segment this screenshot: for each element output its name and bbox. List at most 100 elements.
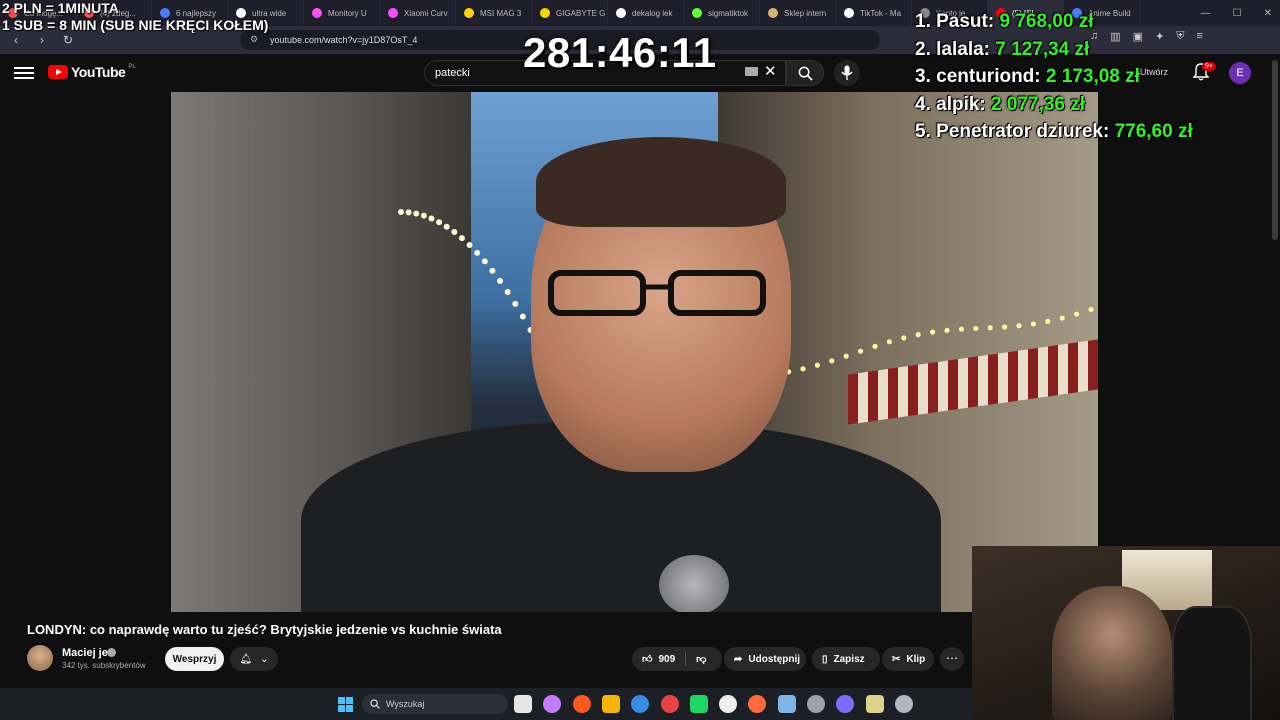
tab-label: sigmatiktok bbox=[708, 8, 749, 18]
calculator-icon[interactable] bbox=[807, 695, 825, 713]
video-player[interactable] bbox=[171, 92, 1098, 612]
tab-label: TikTok - Ma bbox=[860, 8, 902, 18]
hamburger-menu-icon[interactable] bbox=[14, 64, 34, 82]
channel-name[interactable]: Maciej je bbox=[62, 647, 108, 659]
clear-search-icon[interactable]: ✕ bbox=[764, 64, 777, 79]
youtube-region-code: PL bbox=[128, 64, 136, 70]
more-actions-icon[interactable]: ⋯ bbox=[940, 647, 964, 671]
leaderboard-donor-name: 2. lalala: bbox=[915, 38, 990, 60]
share-arrow-icon: ➦ bbox=[734, 653, 743, 665]
leaderboard-amount: 776,60 zł bbox=[1114, 121, 1193, 142]
tab-label: GIGABYTE G bbox=[556, 8, 606, 18]
save-label: Zapisz bbox=[833, 653, 865, 665]
tab-favicon-icon bbox=[768, 8, 778, 18]
leaderboard-amount: 2 173,08 zł bbox=[1045, 66, 1140, 87]
app-red-icon[interactable] bbox=[660, 695, 679, 713]
taskbar-search[interactable]: Wyszukaj bbox=[362, 694, 508, 714]
maximize-button[interactable]: ☐ bbox=[1233, 8, 1242, 19]
donation-rule-1: 2 PLN = 1MINUTA bbox=[2, 0, 119, 16]
leaderboard-amount: 9 768,00 zł bbox=[999, 11, 1094, 32]
settings-icon[interactable] bbox=[894, 695, 913, 713]
thumbs-down-icon[interactable]: 👎︎ bbox=[696, 653, 706, 665]
user-avatar[interactable]: E bbox=[1229, 62, 1251, 84]
subscription-bell-button[interactable]: 🔔︎ ⌄ bbox=[230, 647, 278, 671]
video-title: LONDYN: co naprawdę warto tu zjeść? Bryt… bbox=[27, 622, 502, 637]
like-count[interactable]: 909 bbox=[658, 654, 675, 665]
tab-favicon-icon bbox=[692, 8, 702, 18]
search-button[interactable] bbox=[786, 60, 824, 86]
verified-icon bbox=[107, 648, 116, 657]
tab-label: Monitory U bbox=[328, 8, 367, 18]
video-person-glasses bbox=[548, 270, 766, 316]
browser-tab[interactable]: Monitory U bbox=[304, 0, 380, 26]
menu-dots-icon[interactable]: ≡ bbox=[1197, 30, 1203, 43]
browser-tab[interactable]: TikTok - Ma bbox=[836, 0, 912, 26]
back-arrow-icon[interactable]: ‹ bbox=[6, 30, 26, 50]
leaderboard-donor-name: 1. Pasut: bbox=[915, 11, 995, 32]
like-divider bbox=[685, 652, 687, 666]
taskbar-search-icon bbox=[370, 699, 380, 709]
windows-taskbar: Wyszukaj bbox=[0, 688, 972, 720]
close-window-button[interactable]: ✕ bbox=[1264, 8, 1272, 19]
leaderboard-row: 3. centuriond: 2 173,08 zł bbox=[915, 63, 1193, 91]
donation-leaderboard: 1. Pasut: 9 768,00 zł 2. lalala: 7 127,34… bbox=[915, 8, 1193, 146]
tab-label: MSI MAG 3 bbox=[480, 8, 522, 18]
browser-tab[interactable]: Sklep intern bbox=[760, 0, 836, 26]
store-icon[interactable] bbox=[631, 695, 650, 713]
search-icon bbox=[798, 66, 813, 81]
thumbs-up-icon[interactable]: 👍︎ bbox=[642, 653, 652, 665]
reload-icon[interactable]: ↻ bbox=[58, 30, 78, 50]
channel-avatar[interactable] bbox=[27, 645, 53, 671]
forward-arrow-icon[interactable]: › bbox=[32, 30, 52, 50]
share-button[interactable]: ➦ Udostępnij bbox=[724, 647, 806, 671]
browser-tab[interactable]: sigmatiktok bbox=[684, 0, 760, 26]
leaderboard-amount: 7 127,34 zł bbox=[995, 38, 1090, 60]
leaderboard-donor-name: 4. alpik: bbox=[915, 93, 986, 115]
tab-favicon-icon bbox=[312, 8, 322, 18]
tab-favicon-icon bbox=[388, 8, 398, 18]
tab-favicon-icon bbox=[540, 8, 550, 18]
support-button[interactable]: Wesprzyj bbox=[165, 647, 224, 671]
discord-icon[interactable] bbox=[836, 695, 855, 713]
taskbar-search-placeholder: Wyszukaj bbox=[386, 699, 425, 709]
minimize-button[interactable]: — bbox=[1201, 8, 1211, 19]
chrome-icon[interactable] bbox=[601, 695, 620, 713]
video-microphone bbox=[659, 555, 729, 612]
brave-alt-icon[interactable] bbox=[748, 695, 767, 713]
like-dislike-group: 👍︎ 909 👎︎ bbox=[632, 647, 722, 671]
tab-label: Sklep intern bbox=[784, 8, 827, 18]
app-dark-icon[interactable] bbox=[719, 695, 738, 713]
spotify-icon[interactable] bbox=[689, 695, 708, 713]
obs-icon[interactable] bbox=[865, 695, 884, 713]
steam-icon[interactable] bbox=[777, 695, 796, 713]
voice-search-button[interactable] bbox=[834, 60, 860, 86]
youtube-logo[interactable]: YouTube PL bbox=[48, 64, 136, 80]
microphone-icon bbox=[841, 65, 853, 80]
browser-tab[interactable]: Xiaomi Curv bbox=[380, 0, 456, 26]
leaderboard-donor-name: 3. centuriond: bbox=[915, 66, 1041, 87]
browser-tab[interactable]: GIGABYTE G bbox=[532, 0, 608, 26]
bookmark-save-icon: ▯ bbox=[822, 653, 828, 665]
page-scrollbar[interactable] bbox=[1272, 60, 1278, 240]
youtube-logo-text: YouTube bbox=[71, 64, 126, 80]
save-button[interactable]: ▯ Zapisz bbox=[812, 647, 880, 671]
subathon-timer: 281:46:11 bbox=[523, 29, 717, 76]
site-info-icon[interactable]: ⚙ bbox=[250, 34, 258, 45]
tab-favicon-icon bbox=[464, 8, 474, 18]
youtube-play-icon bbox=[48, 65, 68, 79]
webcam-streamer bbox=[1052, 586, 1172, 720]
task-view-icon[interactable] bbox=[514, 695, 532, 713]
leaderboard-donor-name: 5. Penetrator dziurek: bbox=[915, 121, 1110, 142]
leaderboard-row: 5. Penetrator dziurek: 776,60 zł bbox=[915, 118, 1193, 146]
copilot-icon[interactable] bbox=[543, 695, 562, 713]
browser-tab[interactable]: dekalog lek bbox=[608, 0, 684, 26]
leaderboard-row: 1. Pasut: 9 768,00 zł bbox=[915, 8, 1193, 36]
clip-button[interactable]: ✂ Klip bbox=[882, 647, 934, 671]
chevron-down-icon: ⌄ bbox=[260, 653, 269, 665]
windows-start-icon[interactable] bbox=[338, 697, 353, 712]
browser-tab[interactable]: MSI MAG 3 bbox=[456, 0, 532, 26]
keyboard-icon[interactable] bbox=[745, 67, 758, 76]
brave-icon[interactable] bbox=[572, 695, 591, 713]
donation-rule-2: 1 SUB = 8 MIN (SUB NIE KRĘCI KOŁEM) bbox=[2, 17, 269, 33]
webcam-gaming-chair bbox=[1172, 606, 1252, 720]
